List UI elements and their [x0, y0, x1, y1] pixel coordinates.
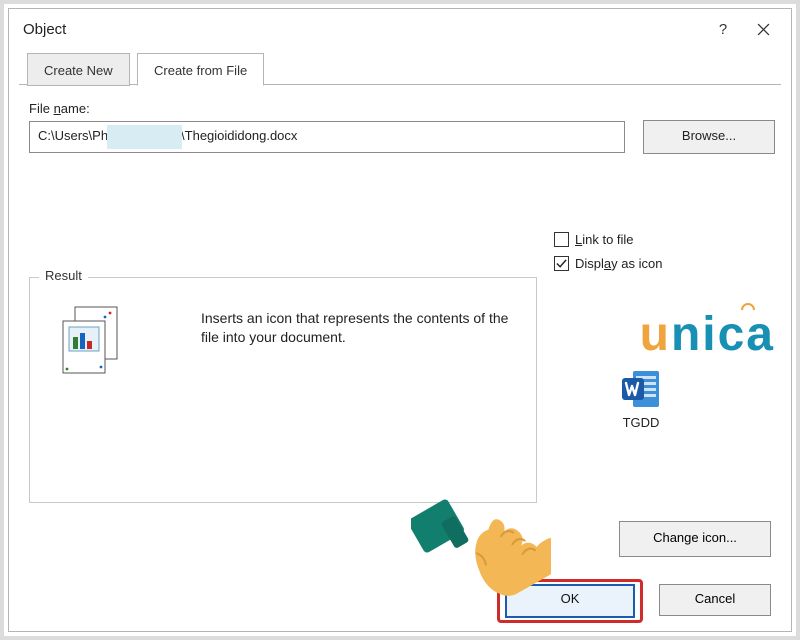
file-icon-caption: TGDD — [609, 415, 673, 430]
file-name-label: File name: — [29, 101, 775, 116]
change-icon-button[interactable]: Change icon... — [619, 521, 771, 557]
watermark-logo: unica — [640, 307, 775, 362]
titlebar: Object ? — [9, 9, 791, 49]
display-as-icon-checkbox[interactable]: Display as icon — [554, 251, 662, 275]
browse-button[interactable]: Browse... — [643, 120, 775, 154]
file-icon-preview: TGDD — [609, 367, 673, 430]
word-document-icon — [619, 367, 663, 411]
tabs: Create New Create from File — [19, 51, 781, 85]
tab-create-from-file[interactable]: Create from File — [137, 53, 264, 86]
result-legend: Result — [39, 268, 88, 283]
ok-highlight: OK — [497, 579, 643, 623]
dialog-button-bar: OK Cancel — [9, 571, 791, 631]
ok-button[interactable]: OK — [505, 584, 635, 618]
cancel-button[interactable]: Cancel — [659, 584, 771, 616]
redacted-region — [107, 125, 182, 149]
checkbox-unchecked-icon — [554, 232, 569, 247]
result-icon — [57, 303, 131, 377]
link-to-file-checkbox[interactable]: Link to file — [554, 227, 662, 251]
help-icon: ? — [719, 21, 727, 38]
tab-create-new[interactable]: Create New — [27, 53, 130, 86]
options-group: Link to file Display as icon — [554, 227, 662, 275]
close-button[interactable] — [743, 9, 783, 49]
file-name-input[interactable]: C:\Users\Ph \Documents\Thegioididong.doc… — [29, 121, 625, 153]
help-button[interactable]: ? — [703, 9, 743, 49]
dialog-title: Object — [23, 21, 66, 38]
checkbox-checked-icon — [554, 256, 569, 271]
close-icon — [757, 23, 770, 36]
result-description: Inserts an icon that represents the cont… — [201, 309, 511, 347]
object-dialog: Object ? Create New Create from File — [8, 8, 792, 632]
result-group: Result Inserts an icon that represents t… — [29, 277, 537, 503]
